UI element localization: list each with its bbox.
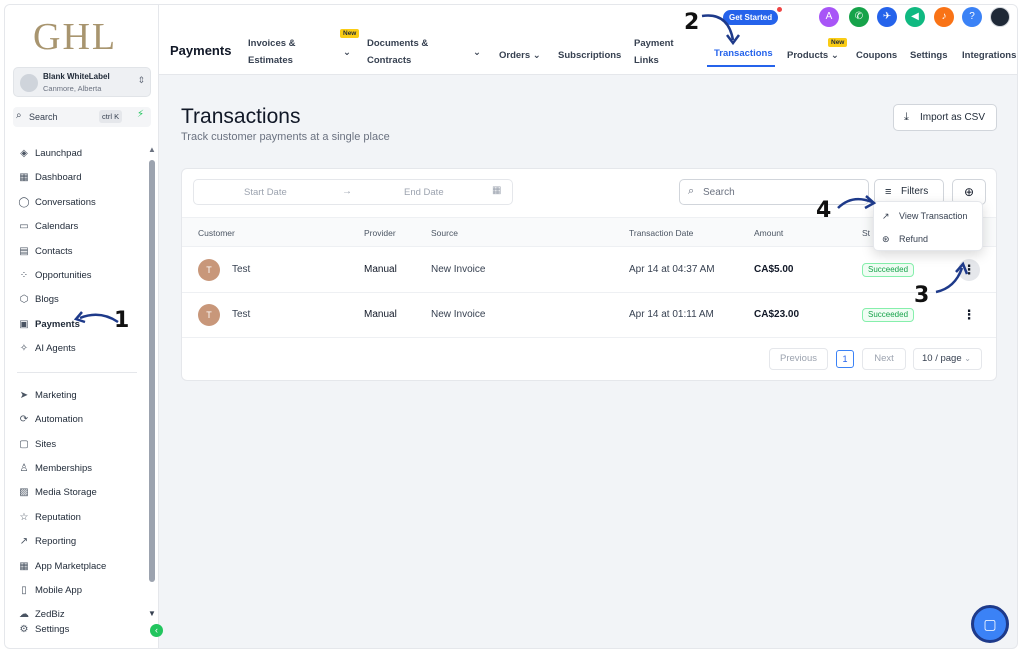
annotation-number: 4 — [816, 198, 832, 223]
annotation-number: 1 — [114, 308, 130, 333]
annotation-step-1: 1 — [109, 308, 139, 333]
annotation-arrows — [73, 14, 969, 324]
annotation-step-4: 4 — [811, 198, 841, 223]
annotation-step-2: 2 — [679, 10, 709, 35]
annotation-number: 2 — [684, 10, 700, 35]
annotation-step-3: 3 — [909, 283, 939, 308]
annotation-number: 3 — [914, 283, 930, 308]
annotation-arrow-3 — [935, 267, 964, 294]
annotation-arrow-1 — [79, 313, 119, 324]
